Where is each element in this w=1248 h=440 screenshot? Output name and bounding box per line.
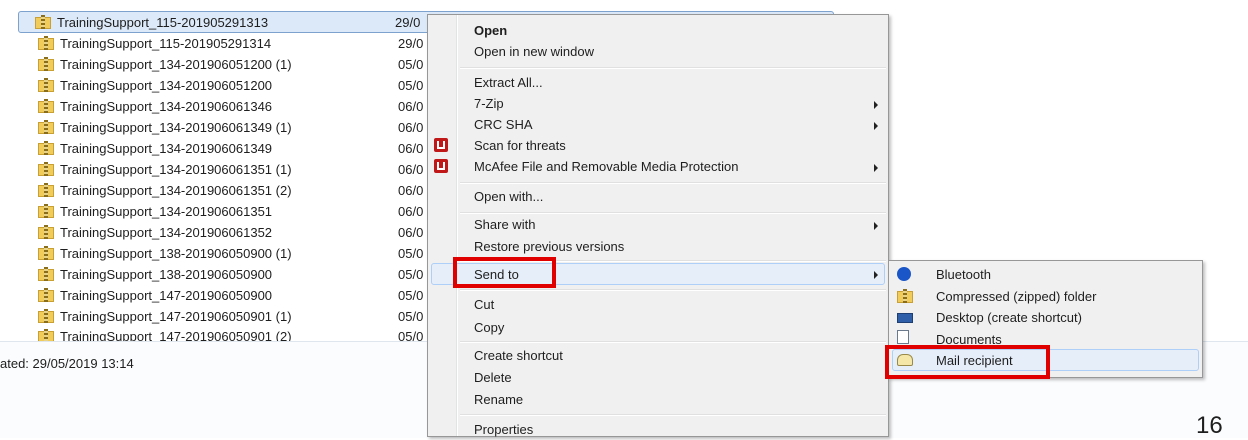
file-date: 05/0 bbox=[398, 78, 424, 93]
menu-share-with[interactable]: Share with bbox=[474, 217, 535, 232]
menu-scan-threats[interactable]: Scan for threats bbox=[474, 138, 566, 153]
file-date: 05/0 bbox=[398, 246, 424, 261]
file-name: TrainingSupport_134-201906061346 bbox=[60, 99, 273, 114]
menu-separator bbox=[460, 182, 886, 184]
submenu-desktop-shortcut[interactable]: Desktop (create shortcut) bbox=[936, 310, 1082, 325]
menu-cut[interactable]: Cut bbox=[474, 297, 494, 312]
zip-folder-icon bbox=[38, 78, 54, 92]
mcafee-icon bbox=[434, 138, 448, 152]
file-date: 06/0 bbox=[398, 141, 424, 156]
zip-folder-icon bbox=[38, 99, 54, 113]
submenu-arrow-icon bbox=[874, 222, 878, 230]
submenu-arrow-icon bbox=[874, 164, 878, 172]
submenu-arrow-icon bbox=[874, 271, 878, 279]
menu-open-with[interactable]: Open with... bbox=[474, 189, 543, 204]
file-name: TrainingSupport_134-201906061349 (1) bbox=[60, 120, 292, 135]
status-text: ated: 29/05/2019 13:14 bbox=[0, 356, 134, 371]
menu-mcafee[interactable]: McAfee File and Removable Media Protecti… bbox=[474, 159, 738, 174]
file-date: 05/0 bbox=[398, 267, 424, 282]
mail-recipient-callout-box bbox=[885, 345, 1050, 379]
file-date: 06/0 bbox=[398, 162, 424, 177]
zip-folder-icon bbox=[38, 309, 54, 323]
zip-folder-icon bbox=[38, 162, 54, 176]
zip-folder-icon bbox=[897, 289, 913, 303]
file-name: TrainingSupport_147-201906050901 (1) bbox=[60, 309, 292, 324]
file-date: 29/0 bbox=[395, 15, 421, 30]
menu-separator bbox=[460, 341, 886, 343]
send-to-callout-box bbox=[453, 257, 556, 288]
bluetooth-icon bbox=[897, 267, 911, 281]
submenu-arrow-icon bbox=[874, 122, 878, 130]
file-date: 06/0 bbox=[398, 204, 424, 219]
zip-folder-icon bbox=[38, 204, 54, 218]
context-menu: Open Open in new window Extract All... 7… bbox=[427, 14, 889, 437]
file-date: 05/0 bbox=[398, 57, 424, 72]
menu-7zip[interactable]: 7-Zip bbox=[474, 96, 504, 111]
file-name: TrainingSupport_138-201906050900 bbox=[60, 267, 273, 282]
file-name: TrainingSupport_134-201906051200 (1) bbox=[60, 57, 292, 72]
zip-folder-icon bbox=[38, 246, 54, 260]
submenu-arrow-icon bbox=[874, 101, 878, 109]
menu-separator bbox=[460, 289, 886, 291]
file-name: TrainingSupport_134-201906061351 (2) bbox=[60, 183, 292, 198]
file-name: TrainingSupport_115-201905291314 bbox=[60, 36, 272, 51]
file-date: 05/0 bbox=[398, 309, 424, 324]
zip-folder-icon bbox=[38, 183, 54, 197]
menu-copy[interactable]: Copy bbox=[474, 320, 504, 335]
file-name: TrainingSupport_134-201906061349 bbox=[60, 141, 273, 156]
menu-delete[interactable]: Delete bbox=[474, 370, 512, 385]
file-name: TrainingSupport_138-201906050900 (1) bbox=[60, 246, 292, 261]
menu-crc-sha[interactable]: CRC SHA bbox=[474, 117, 533, 132]
zip-folder-icon bbox=[38, 57, 54, 71]
file-date: 06/0 bbox=[398, 120, 424, 135]
zip-folder-icon bbox=[38, 288, 54, 302]
file-date: 29/0 bbox=[398, 36, 424, 51]
menu-open-new-window[interactable]: Open in new window bbox=[474, 44, 594, 59]
file-date: 06/0 bbox=[398, 183, 424, 198]
menu-create-shortcut[interactable]: Create shortcut bbox=[474, 348, 563, 363]
file-name: TrainingSupport_134-201906051200 bbox=[60, 78, 273, 93]
menu-rename[interactable]: Rename bbox=[474, 392, 523, 407]
file-name: TrainingSupport_134-201906061352 bbox=[60, 225, 273, 240]
menu-restore-previous[interactable]: Restore previous versions bbox=[474, 239, 624, 254]
zip-folder-icon bbox=[38, 267, 54, 281]
submenu-compressed-folder[interactable]: Compressed (zipped) folder bbox=[936, 289, 1096, 304]
menu-open[interactable]: Open bbox=[474, 23, 507, 38]
menu-properties[interactable]: Properties bbox=[474, 422, 533, 437]
page-number: 16 bbox=[1196, 412, 1223, 439]
submenu-bluetooth[interactable]: Bluetooth bbox=[936, 267, 991, 282]
file-date: 06/0 bbox=[398, 99, 424, 114]
file-name: TrainingSupport_134-201906061351 (1) bbox=[60, 162, 292, 177]
documents-icon bbox=[897, 330, 909, 344]
file-name: TrainingSupport_134-201906061351 bbox=[60, 204, 273, 219]
desktop-icon bbox=[897, 313, 913, 323]
zip-folder-icon bbox=[38, 120, 54, 134]
file-date: 06/0 bbox=[398, 225, 424, 240]
zip-folder-icon bbox=[38, 141, 54, 155]
menu-separator bbox=[460, 67, 886, 69]
menu-separator bbox=[460, 212, 886, 214]
menu-separator bbox=[460, 414, 886, 416]
mcafee-icon bbox=[434, 159, 448, 173]
menu-extract-all[interactable]: Extract All... bbox=[474, 75, 543, 90]
zip-folder-icon bbox=[38, 36, 54, 50]
zip-folder-icon bbox=[38, 225, 54, 239]
zip-folder-icon bbox=[35, 15, 51, 29]
file-name: TrainingSupport_115-201905291313 bbox=[57, 15, 269, 30]
file-date: 05/0 bbox=[398, 288, 424, 303]
file-name: TrainingSupport_147-201906050900 bbox=[60, 288, 273, 303]
